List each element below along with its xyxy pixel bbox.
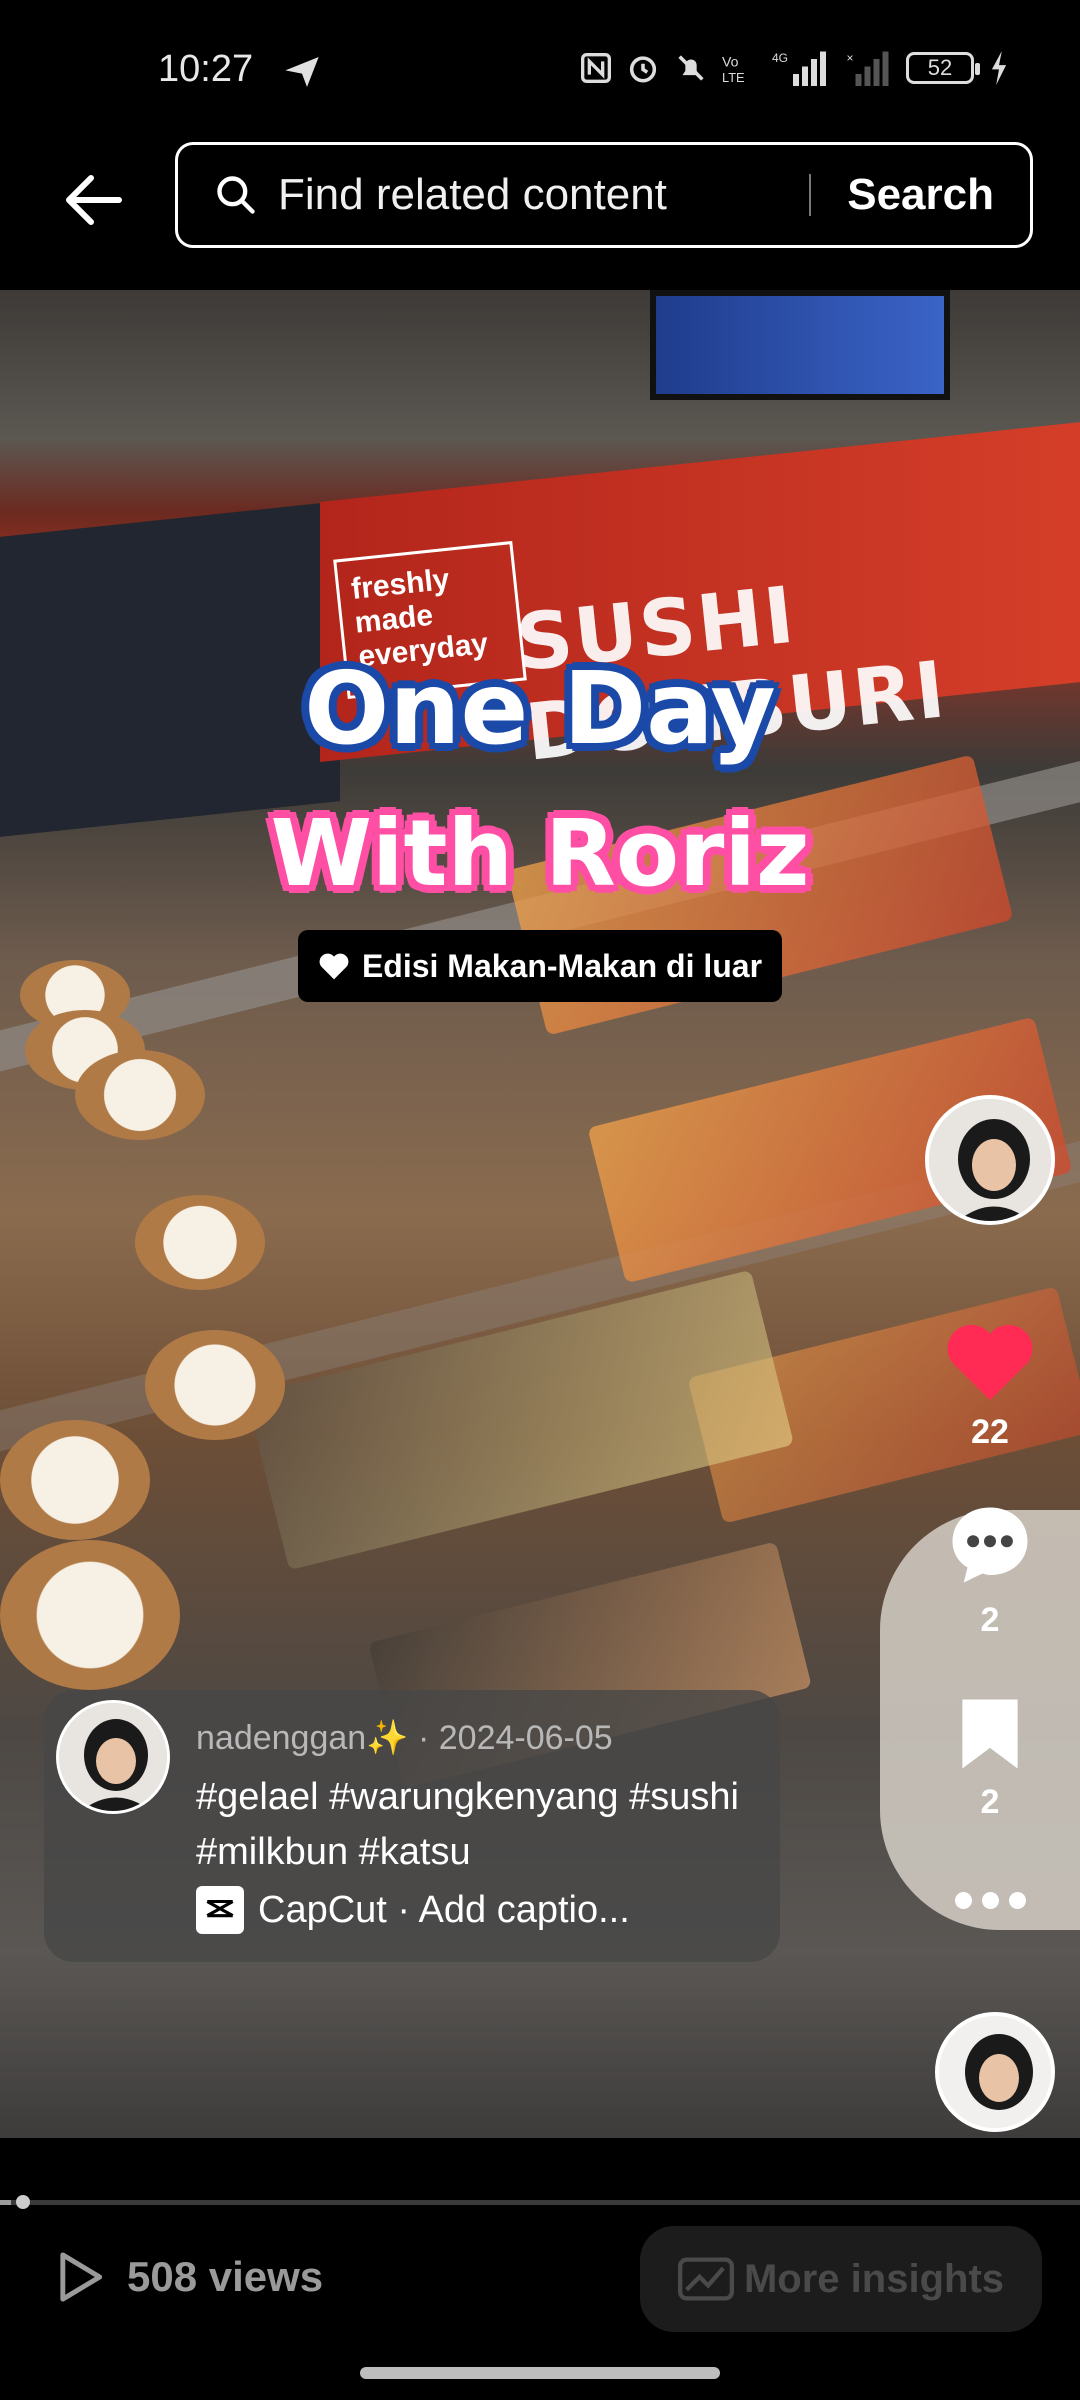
volte-icon: VoLTE bbox=[722, 54, 745, 84]
search-button[interactable]: Search bbox=[811, 170, 1030, 220]
avatar-image bbox=[59, 1703, 167, 1811]
creator-avatar[interactable] bbox=[925, 1095, 1055, 1225]
dot-icon bbox=[1009, 1892, 1026, 1909]
search-field[interactable]: Find related content Search bbox=[175, 142, 1033, 248]
home-indicator[interactable] bbox=[360, 2367, 720, 2379]
video-subtitle: Edisi Makan-Makan di luar bbox=[298, 930, 782, 1002]
video-progress-bar[interactable] bbox=[0, 2195, 1080, 2209]
caption-card[interactable]: nadenggan✨ · 2024-06-05 #gelael #warungk… bbox=[44, 1690, 780, 1962]
search-input[interactable]: Find related content bbox=[278, 170, 809, 220]
bookmark-icon bbox=[962, 1699, 1018, 1769]
caption-hashtags[interactable]: #gelael #warungkenyang #sushi #milkbun #… bbox=[196, 1770, 756, 1880]
progress-fill bbox=[0, 2200, 11, 2205]
capcut-icon bbox=[196, 1886, 244, 1934]
play-icon bbox=[60, 2252, 103, 2302]
more-options-button[interactable] bbox=[955, 1892, 1026, 1909]
more-insights-button[interactable]: More insights bbox=[640, 2226, 1042, 2332]
comment-button[interactable]: 2 bbox=[935, 1500, 1045, 1640]
chart-icon bbox=[677, 2257, 734, 2301]
post-date: 2024-06-05 bbox=[438, 1719, 613, 1757]
arrow-left-icon bbox=[66, 175, 122, 225]
sound-avatar[interactable] bbox=[935, 2012, 1055, 2132]
search-icon bbox=[217, 176, 255, 214]
food-bowl bbox=[145, 1330, 285, 1440]
views-label: 508 views bbox=[127, 2253, 324, 2300]
status-time: 10:27 bbox=[158, 48, 254, 90]
battery-level: 52 bbox=[927, 55, 953, 80]
food-bowl bbox=[0, 1420, 150, 1540]
comment-icon bbox=[952, 1507, 1028, 1583]
video-title-line1: One Day bbox=[304, 650, 776, 767]
mute-icon bbox=[678, 55, 704, 81]
battery-icon: 52 bbox=[906, 52, 980, 84]
video-subtitle-text: Edisi Makan-Makan di luar bbox=[361, 947, 763, 984]
4g-signal-icon: 4G bbox=[772, 51, 826, 86]
progress-handle[interactable] bbox=[15, 2195, 30, 2209]
heart-icon bbox=[947, 1324, 1033, 1401]
food-bowl bbox=[0, 1540, 180, 1690]
svg-text:4G: 4G bbox=[772, 51, 788, 65]
save-count: 2 bbox=[980, 1783, 1000, 1821]
more-insights-label: More insights bbox=[743, 2256, 1005, 2301]
nfc-icon bbox=[581, 53, 611, 83]
alarm-icon bbox=[629, 56, 657, 83]
food-bowl bbox=[135, 1195, 265, 1290]
like-button[interactable]: 22 bbox=[935, 1318, 1045, 1452]
background-tv bbox=[650, 290, 950, 400]
save-button[interactable]: 2 bbox=[935, 1696, 1045, 1822]
send-icon bbox=[285, 57, 319, 87]
view-count: 508 views bbox=[55, 2250, 323, 2304]
comment-count: 2 bbox=[980, 1601, 1000, 1639]
svg-text:LTE: LTE bbox=[722, 70, 745, 84]
meta-separator: · bbox=[417, 1719, 439, 1757]
dot-icon bbox=[955, 1892, 972, 1909]
capcut-link[interactable]: CapCut · Add captio... bbox=[196, 1886, 630, 1934]
dot-icon bbox=[982, 1892, 999, 1909]
like-count: 22 bbox=[971, 1413, 1009, 1451]
status-icons: Vo LTE 4G × 52 bbox=[580, 50, 1010, 86]
food-bowl bbox=[75, 1050, 205, 1140]
back-button[interactable] bbox=[58, 165, 128, 235]
username[interactable]: nadenggan✨ bbox=[196, 1719, 409, 1757]
svg-text:Vo: Vo bbox=[722, 54, 739, 70]
charging-icon bbox=[991, 51, 1007, 85]
caption-avatar[interactable] bbox=[56, 1700, 170, 1814]
search-header: Find related content Search bbox=[0, 140, 1080, 290]
heart-icon bbox=[319, 953, 349, 980]
caption-meta: nadenggan✨ · 2024-06-05 bbox=[196, 1718, 613, 1758]
capcut-label: CapCut · Add captio... bbox=[258, 1888, 630, 1931]
no-signal-icon: × bbox=[847, 51, 889, 86]
video-title-line2: With Roriz bbox=[270, 800, 810, 907]
svg-text:×: × bbox=[847, 51, 854, 65]
status-bar: 10:27 Vo LTE 4G × 52 bbox=[0, 0, 1080, 140]
